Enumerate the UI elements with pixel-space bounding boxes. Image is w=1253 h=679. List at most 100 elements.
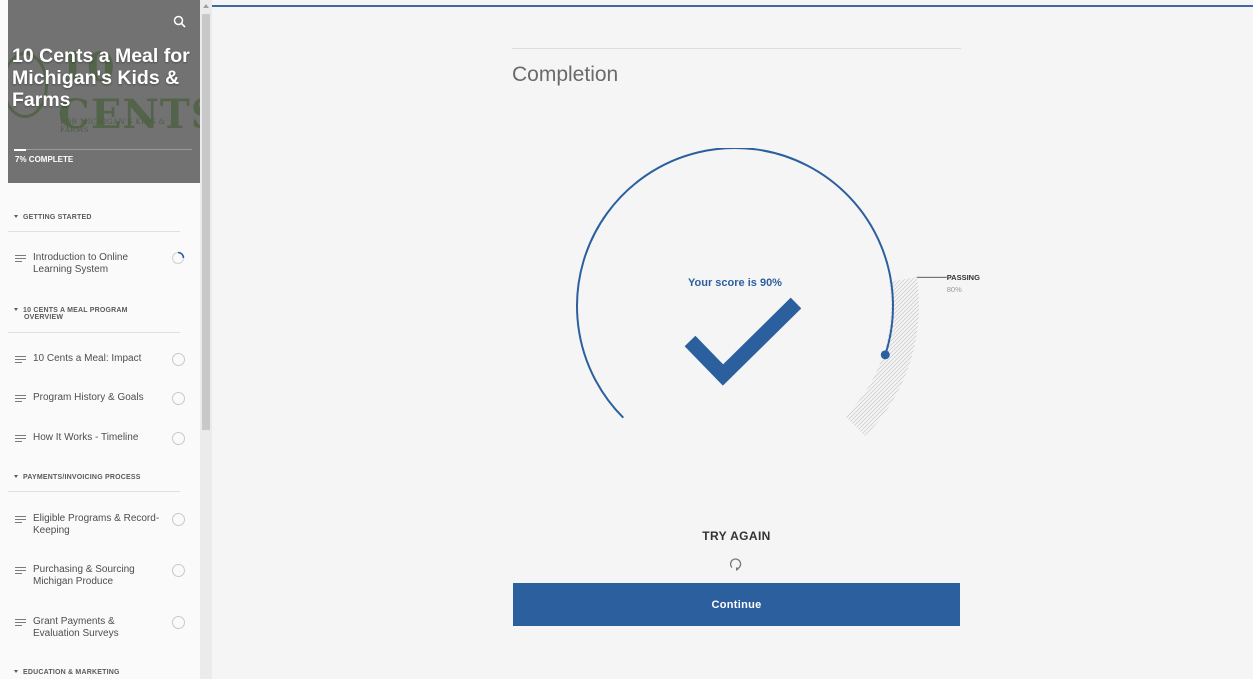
passing-label: PASSING [947,273,980,282]
hatch-stroke [560,148,828,448]
hatch-stroke [560,148,692,448]
hatch-stroke [560,148,584,448]
hatch-stroke [560,148,648,448]
score-text: Your score is 90% [688,277,782,289]
passing-value: 80% [947,285,962,294]
hatch-stroke [560,148,764,448]
section-payments-invoicing[interactable]: PAYMENTS/INVOICING PROCESS [14,474,141,481]
hatch-stroke [845,277,901,437]
continue-button[interactable]: Continue [513,583,960,626]
section-label: GETTING STARTED [23,214,92,221]
hatch-stroke [845,277,919,437]
hatch-stroke [845,277,919,437]
score-marker [880,350,890,360]
hatch-stroke [560,148,728,448]
hatch-stroke [845,277,865,437]
status-circle-icon [172,513,185,526]
hatch-stroke [845,277,919,437]
hatch-stroke [845,277,919,437]
hatch-stroke [560,148,832,448]
hatch-stroke [845,277,893,437]
hatch-stroke [560,148,576,448]
section-label-line2: OVERVIEW [24,314,64,321]
hatch-stroke [845,277,919,437]
hatch-stroke [560,148,732,448]
hatch-stroke [560,148,760,448]
hatch-stroke [560,148,772,448]
sidebar-scrollbar[interactable] [200,0,212,679]
hatch-stroke [845,277,919,437]
status-circle-icon [172,392,185,405]
hatch-stroke [845,277,919,437]
status-circle-icon [172,616,185,629]
course-header: 10 CENTS FOR MICHIGAN'S KIDS & FARMS 10 … [8,0,200,183]
try-again-label[interactable]: TRY AGAIN [513,529,960,543]
hatch-stroke [845,277,919,437]
hatch-stroke [560,148,796,448]
hatch-stroke [845,277,919,437]
section-program-overview[interactable]: 10 CENTS A MEAL PROGRAM OVERVIEW [14,307,128,321]
hatch-stroke [560,148,632,448]
section-education-marketing[interactable]: EDUCATION & MARKETING [14,669,120,676]
hatch-stroke [845,277,877,437]
hatch-stroke [560,148,804,448]
scroll-up-arrow-icon[interactable] [203,4,209,8]
hatch-stroke [560,148,816,448]
hatch-stroke [845,277,905,437]
lesson-lines-icon [15,395,26,403]
hatch-stroke [560,148,800,448]
checkmark-icon [684,297,802,386]
hatch-stroke [845,277,857,437]
hatch-stroke [845,277,919,437]
lesson-lines-icon [15,255,26,263]
hatch-stroke [845,277,919,437]
hatch-stroke [560,148,720,448]
hatch-stroke [560,148,840,448]
hatch-stroke [560,148,844,448]
lesson-lines-icon [15,435,26,443]
scrollbar-thumb[interactable] [202,14,210,430]
lesson-lines-icon [15,356,26,364]
hatch-stroke [560,148,700,448]
hatch-stroke [560,148,792,448]
title-divider [512,48,961,49]
hatch-stroke [560,148,656,448]
hatch-stroke [845,277,917,437]
hatch-stroke [845,277,913,437]
hatch-stroke [560,148,724,448]
hatch-stroke [560,148,628,448]
hatch-stroke [845,277,919,437]
hatch-stroke [560,148,736,448]
status-circle-icon [172,432,185,445]
hatch-stroke [560,148,664,448]
hatch-stroke [845,277,919,437]
hatch-stroke [560,148,568,448]
search-icon[interactable] [172,14,188,30]
hatch-stroke [845,277,919,437]
hatch-stroke [845,277,919,437]
section-label: 10 CENTS A MEAL PROGRAM [23,307,128,314]
retry-icon[interactable] [728,556,744,572]
hatch-stroke [560,148,820,448]
hatch-stroke [560,148,752,448]
hatch-stroke [560,148,600,448]
course-progress-text: 7% COMPLETE [15,155,74,164]
passing-zone-hatch [560,148,919,448]
hatch-stroke [845,277,885,437]
hatch-stroke [845,277,909,437]
hatch-stroke [845,277,919,437]
section-getting-started[interactable]: GETTING STARTED [14,214,92,221]
lesson-label: Eligible Programs & Record-Keeping [33,513,160,536]
course-title: 10 Cents a Meal for Michigan's Kids & Fa… [12,45,190,111]
hatch-stroke [845,277,919,437]
hatch-stroke [845,277,853,437]
hatch-stroke [845,277,919,437]
hatch-stroke [560,148,564,448]
hatch-stroke [845,277,919,437]
hatch-stroke [845,277,919,437]
hatch-stroke [845,277,849,437]
hatch-stroke [560,148,716,448]
lesson-label: How It Works - Timeline [33,432,139,443]
hatch-stroke [560,148,744,448]
hatch-stroke [560,148,756,448]
